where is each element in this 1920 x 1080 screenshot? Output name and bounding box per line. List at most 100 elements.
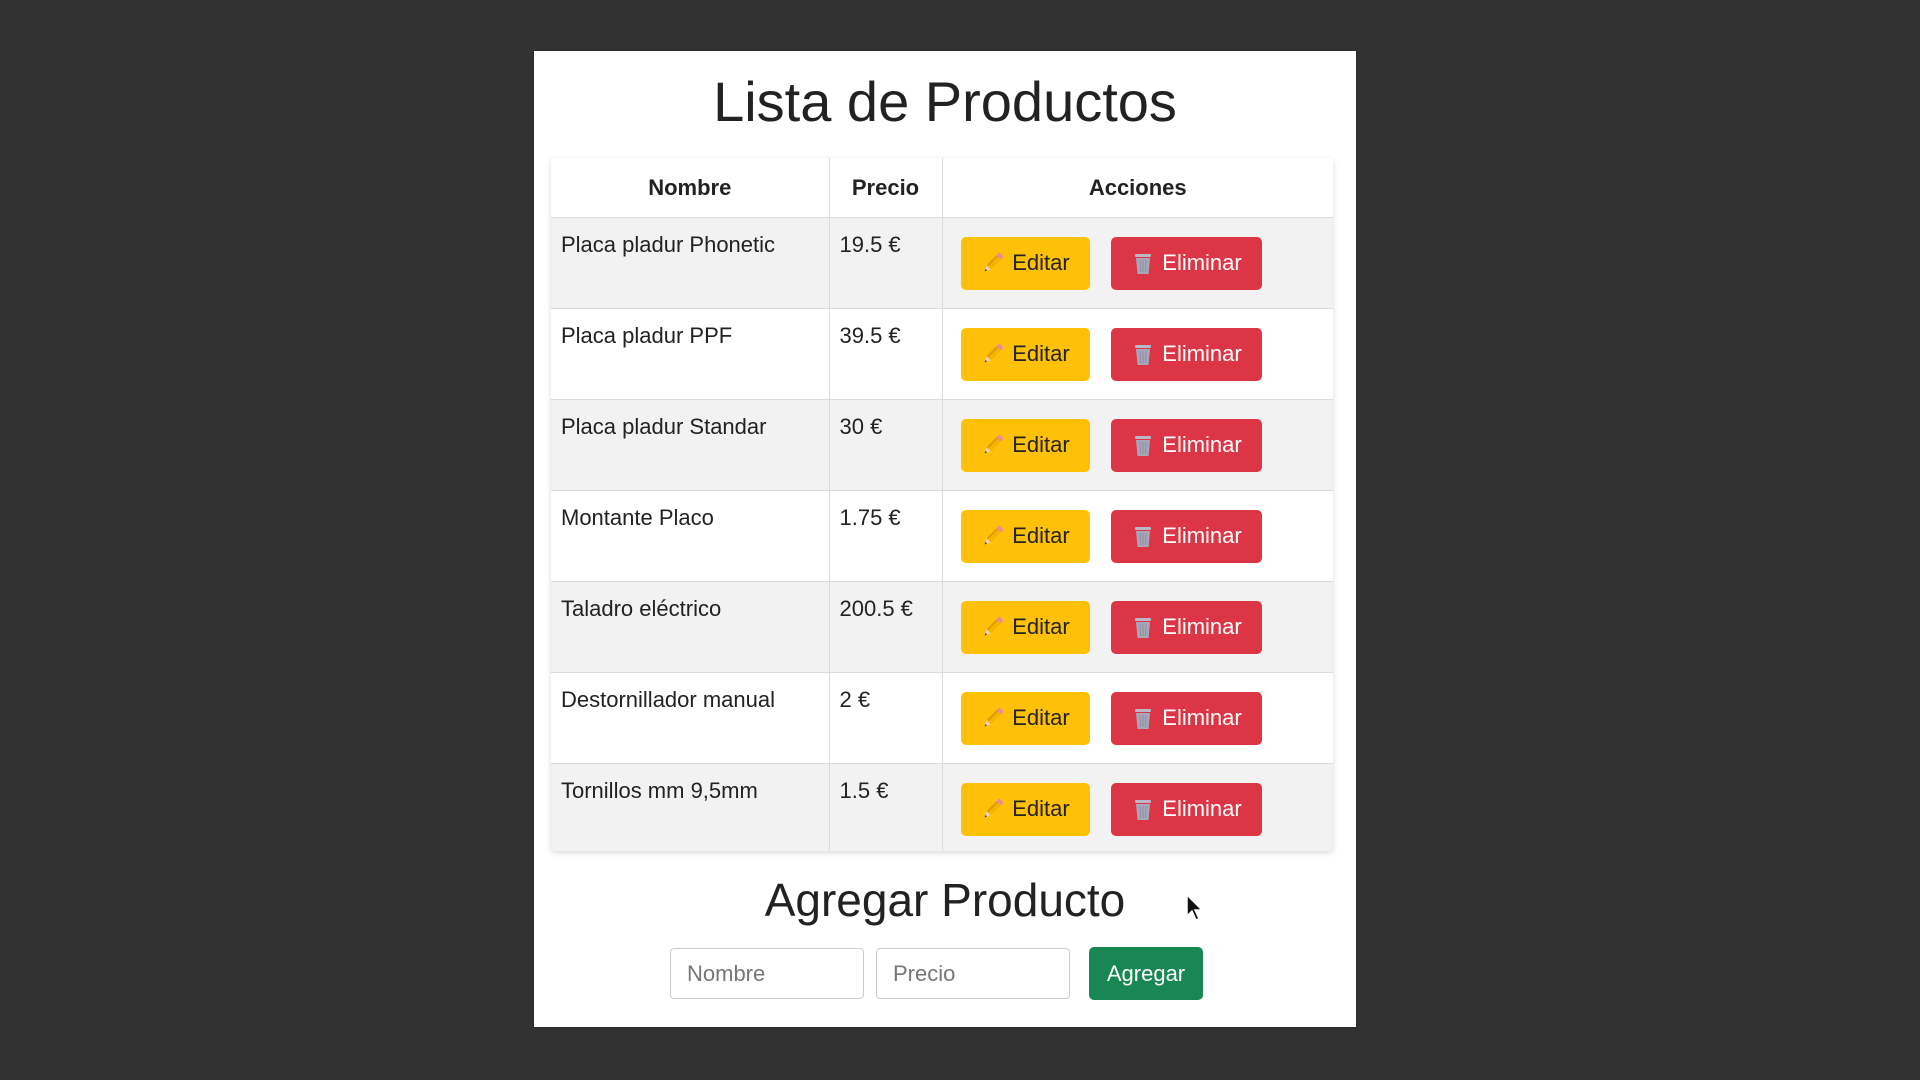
pencil-icon xyxy=(984,707,1004,727)
product-name: Tornillos mm 9,5mm xyxy=(561,778,758,803)
trash-icon xyxy=(1135,527,1152,547)
pencil-icon xyxy=(984,434,1004,454)
edit-label: Editar xyxy=(1012,523,1070,548)
products-table-container: Nombre Precio Acciones Placa pladur Phon… xyxy=(551,158,1333,851)
edit-label: Editar xyxy=(1012,250,1070,275)
row-actions: Editar Eliminar xyxy=(943,309,1334,399)
table-row: Taladro eléctrico 200.5 € Editar Elimina… xyxy=(551,581,1334,673)
delete-label: Eliminar xyxy=(1162,523,1242,548)
product-actions-cell: Editar Eliminar xyxy=(942,399,1334,491)
delete-button[interactable]: Eliminar xyxy=(1110,509,1262,563)
product-name-cell: Tornillos mm 9,5mm xyxy=(551,763,830,851)
product-name-cell: Placa pladur Standar xyxy=(551,399,830,491)
delete-label: Eliminar xyxy=(1162,614,1242,639)
table-row: Montante Placo 1.75 € Editar Eliminar xyxy=(551,490,1334,582)
product-name: Destornillador manual xyxy=(561,687,775,712)
product-actions-cell: Editar Eliminar xyxy=(942,308,1334,400)
table-row: Tornillos mm 9,5mm 1.5 € Editar Eliminar xyxy=(551,763,1334,851)
name-input[interactable] xyxy=(670,948,864,999)
row-actions: Editar Eliminar xyxy=(943,218,1334,308)
price-input[interactable] xyxy=(876,948,1070,999)
product-price-cell: 1.5 € xyxy=(829,763,943,851)
row-actions: Editar Eliminar xyxy=(943,582,1334,672)
product-name-cell: Destornillador manual xyxy=(551,672,830,764)
product-name: Montante Placo xyxy=(561,505,714,530)
product-name-cell: Placa pladur PPF xyxy=(551,308,830,400)
column-header-precio: Precio xyxy=(829,158,943,218)
trash-icon xyxy=(1135,345,1152,365)
delete-button[interactable]: Eliminar xyxy=(1110,418,1262,472)
delete-button[interactable]: Eliminar xyxy=(1110,691,1262,745)
pencil-icon xyxy=(984,525,1004,545)
product-name: Placa pladur Standar xyxy=(561,414,767,439)
delete-button[interactable]: Eliminar xyxy=(1110,600,1262,654)
delete-button[interactable]: Eliminar xyxy=(1110,236,1262,290)
edit-button[interactable]: Editar xyxy=(960,418,1090,472)
trash-icon xyxy=(1135,254,1152,274)
edit-label: Editar xyxy=(1012,796,1070,821)
row-actions: Editar Eliminar xyxy=(943,400,1334,490)
product-price-cell: 19.5 € xyxy=(829,217,943,309)
edit-label: Editar xyxy=(1012,341,1070,366)
edit-button[interactable]: Editar xyxy=(960,600,1090,654)
edit-label: Editar xyxy=(1012,432,1070,457)
delete-label: Eliminar xyxy=(1162,796,1242,821)
product-price-cell: 30 € xyxy=(829,399,943,491)
delete-button[interactable]: Eliminar xyxy=(1110,782,1262,836)
table-row: Destornillador manual 2 € Editar Elimina… xyxy=(551,672,1334,764)
table-body: Placa pladur Phonetic 19.5 € Editar Elim… xyxy=(551,217,1334,851)
product-card: Lista de Productos Nombre Precio Accione… xyxy=(534,51,1356,1027)
edit-button[interactable]: Editar xyxy=(960,782,1090,836)
column-header-nombre: Nombre xyxy=(551,158,830,218)
table-row: Placa pladur Phonetic 19.5 € Editar Elim… xyxy=(551,217,1334,309)
product-price: 39.5 € xyxy=(839,323,901,348)
trash-icon xyxy=(1135,800,1152,820)
trash-icon xyxy=(1135,618,1152,638)
product-price: 19.5 € xyxy=(839,232,901,257)
delete-label: Eliminar xyxy=(1162,432,1242,457)
product-name: Placa pladur Phonetic xyxy=(561,232,776,257)
edit-button[interactable]: Editar xyxy=(960,691,1090,745)
page-title: Lista de Productos xyxy=(713,70,1177,133)
column-header-acciones: Acciones xyxy=(942,158,1333,218)
row-actions: Editar Eliminar xyxy=(943,673,1334,763)
table-row: Placa pladur PPF 39.5 € Editar Eliminar xyxy=(551,308,1334,400)
pencil-icon xyxy=(984,343,1004,363)
edit-label: Editar xyxy=(1012,705,1070,730)
row-actions: Editar Eliminar xyxy=(943,491,1334,581)
product-actions-cell: Editar Eliminar xyxy=(942,763,1334,851)
product-price-cell: 2 € xyxy=(829,672,943,764)
delete-label: Eliminar xyxy=(1162,250,1242,275)
product-price: 30 € xyxy=(839,414,883,439)
pencil-icon xyxy=(984,616,1004,636)
product-actions-cell: Editar Eliminar xyxy=(942,581,1334,673)
product-price-cell: 200.5 € xyxy=(829,581,943,673)
edit-label: Editar xyxy=(1012,614,1070,639)
product-actions-cell: Editar Eliminar xyxy=(942,217,1334,309)
products-table: Nombre Precio Acciones Placa pladur Phon… xyxy=(551,158,1333,851)
delete-button[interactable]: Eliminar xyxy=(1110,327,1262,381)
product-actions-cell: Editar Eliminar xyxy=(942,490,1334,582)
mouse-cursor-icon xyxy=(1186,894,1204,922)
product-name-cell: Montante Placo xyxy=(551,490,830,582)
product-actions-cell: Editar Eliminar xyxy=(942,672,1334,764)
add-product-title: Agregar Producto xyxy=(764,874,1126,926)
trash-icon xyxy=(1135,709,1152,729)
edit-button[interactable]: Editar xyxy=(960,327,1090,381)
pencil-icon xyxy=(984,798,1004,818)
edit-button[interactable]: Editar xyxy=(960,509,1090,563)
table-row: Placa pladur Standar 30 € Editar Elimina… xyxy=(551,399,1334,491)
product-price-cell: 1.75 € xyxy=(829,490,943,582)
delete-label: Eliminar xyxy=(1162,705,1242,730)
product-price: 1.75 € xyxy=(839,505,901,530)
table-header-row: Nombre Precio Acciones xyxy=(551,158,1333,218)
add-button[interactable]: Agregar xyxy=(1089,947,1203,1000)
delete-label: Eliminar xyxy=(1162,341,1242,366)
edit-button[interactable]: Editar xyxy=(960,236,1090,290)
product-price: 1.5 € xyxy=(839,778,889,803)
pencil-icon xyxy=(984,252,1004,272)
product-name-cell: Taladro eléctrico xyxy=(551,581,830,673)
product-price: 2 € xyxy=(839,687,871,712)
product-name: Taladro eléctrico xyxy=(561,596,722,621)
row-actions: Editar Eliminar xyxy=(943,764,1334,851)
